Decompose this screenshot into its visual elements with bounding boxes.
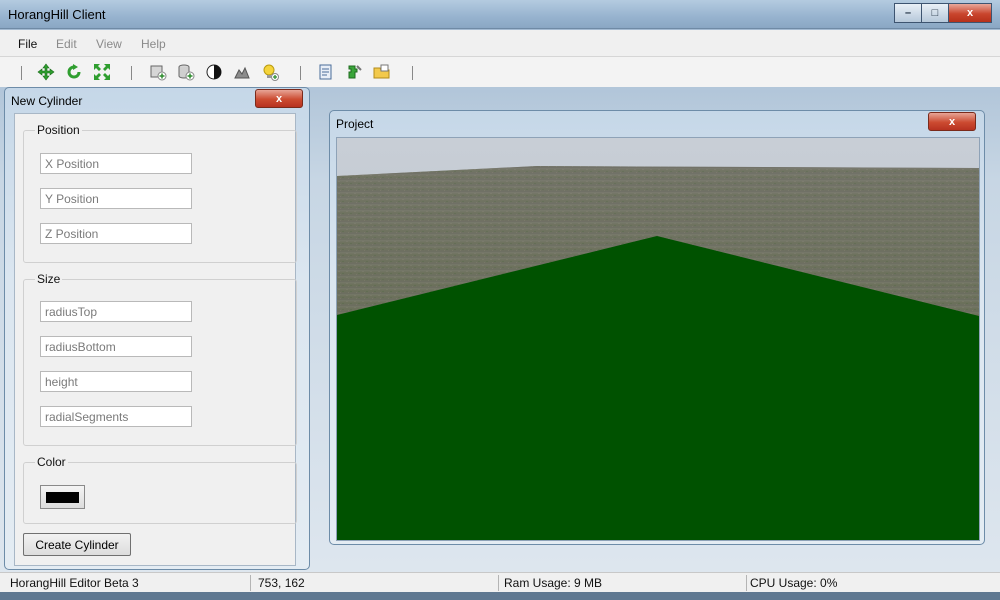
z-position-input[interactable] bbox=[40, 223, 192, 244]
status-bar: HorangHill Editor Beta 3 753, 162 Ram Us… bbox=[0, 572, 1000, 593]
script-icon[interactable] bbox=[317, 63, 335, 81]
toolbar-separator bbox=[21, 66, 22, 80]
menu-bar: File Edit View Help bbox=[0, 30, 1000, 57]
window-title: HorangHill Client bbox=[8, 7, 106, 22]
menu-view[interactable]: View bbox=[96, 37, 122, 51]
panel-close-button[interactable]: x bbox=[255, 89, 303, 108]
scene-render bbox=[337, 138, 979, 540]
menu-file[interactable]: File bbox=[18, 37, 37, 51]
color-picker-button[interactable] bbox=[40, 485, 85, 509]
toolbar bbox=[0, 57, 1000, 87]
radius-bottom-input[interactable] bbox=[40, 336, 192, 357]
create-cylinder-button[interactable]: Create Cylinder bbox=[23, 533, 131, 556]
3d-viewport[interactable] bbox=[336, 137, 980, 541]
rotate-icon[interactable] bbox=[65, 63, 83, 81]
minimize-button[interactable]: – bbox=[894, 3, 922, 23]
project-panel: Project x bbox=[329, 110, 985, 545]
color-swatch bbox=[46, 491, 79, 503]
color-group: Color bbox=[23, 455, 297, 524]
size-group: Size bbox=[23, 272, 297, 446]
close-button[interactable]: x bbox=[948, 3, 992, 23]
size-legend: Size bbox=[35, 272, 63, 286]
cylinder-form: Position Size Color Create Cylinder bbox=[14, 113, 297, 566]
new-cylinder-panel: New Cylinder x Position Size Color bbox=[4, 87, 310, 570]
panel-title: Project bbox=[336, 117, 374, 131]
desktop-strip bbox=[0, 592, 1000, 600]
window-controls: – □ x bbox=[894, 3, 992, 23]
position-legend: Position bbox=[35, 123, 82, 137]
radial-segments-input[interactable] bbox=[40, 406, 192, 427]
panel-close-button[interactable]: x bbox=[928, 112, 976, 131]
add-cube-icon[interactable] bbox=[149, 63, 167, 81]
plugin-icon[interactable] bbox=[345, 63, 363, 81]
panel-title: New Cylinder bbox=[11, 94, 83, 108]
add-cylinder-icon[interactable] bbox=[177, 63, 195, 81]
y-position-input[interactable] bbox=[40, 188, 192, 209]
position-group: Position bbox=[23, 123, 297, 263]
status-coords: 753, 162 bbox=[258, 576, 305, 590]
menu-edit[interactable]: Edit bbox=[56, 37, 77, 51]
toolbar-separator bbox=[412, 66, 413, 80]
toolbar-separator bbox=[131, 66, 132, 80]
status-version: HorangHill Editor Beta 3 bbox=[10, 576, 139, 590]
status-cpu: CPU Usage: 0% bbox=[750, 576, 838, 590]
main-window: HorangHill Client – □ x File Edit View H… bbox=[0, 0, 1000, 600]
light-icon[interactable] bbox=[261, 63, 279, 81]
material-icon[interactable] bbox=[205, 63, 223, 81]
title-bar[interactable]: HorangHill Client – □ x bbox=[0, 0, 1000, 29]
x-position-input[interactable] bbox=[40, 153, 192, 174]
scale-icon[interactable] bbox=[93, 63, 111, 81]
toolbar-separator bbox=[300, 66, 301, 80]
move-icon[interactable] bbox=[37, 63, 55, 81]
terrain-icon[interactable] bbox=[233, 63, 251, 81]
open-folder-icon[interactable] bbox=[373, 63, 391, 81]
menu-help[interactable]: Help bbox=[141, 37, 166, 51]
maximize-button[interactable]: □ bbox=[921, 3, 949, 23]
color-legend: Color bbox=[35, 455, 68, 469]
radius-top-input[interactable] bbox=[40, 301, 192, 322]
height-input[interactable] bbox=[40, 371, 192, 392]
status-ram: Ram Usage: 9 MB bbox=[504, 576, 603, 590]
